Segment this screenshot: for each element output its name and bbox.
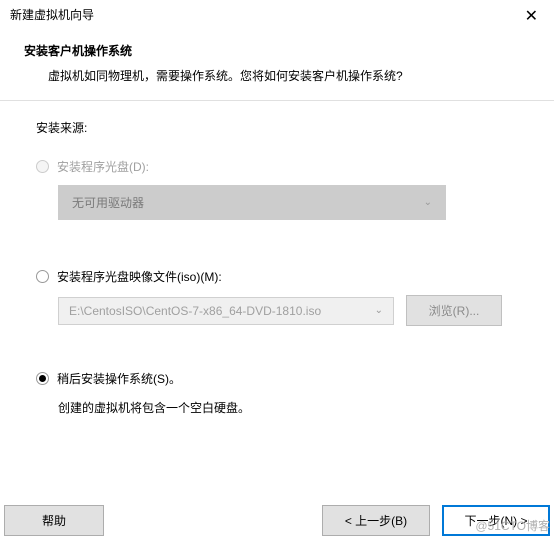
iso-path-input: E:\CentosISO\CentOS-7-x86_64-DVD-1810.is… [58,297,394,325]
radio-label-disc: 安装程序光盘(D): [57,158,149,175]
wizard-step-description: 虚拟机如同物理机，需要操作系统。您将如何安装客户机操作系统? [24,67,530,84]
chevron-down-icon: ⌄ [375,305,383,316]
radio-label-later: 稍后安装操作系统(S)。 [57,370,181,387]
iso-path-text: E:\CentosISO\CentOS-7-x86_64-DVD-1810.is… [69,304,321,318]
help-button[interactable]: 帮助 [4,505,104,536]
next-button[interactable]: 下一步(N) > [442,505,550,536]
back-button[interactable]: < 上一步(B) [322,505,430,536]
radio-icon [36,270,49,283]
close-icon[interactable]: ✕ [519,6,544,26]
wizard-step-title: 安装客户机操作系统 [24,42,530,59]
dropdown-text: 无可用驱动器 [72,194,144,211]
chevron-down-icon: ⌄ [424,197,432,208]
radio-option-disc[interactable]: 安装程序光盘(D): [36,158,518,175]
radio-option-later[interactable]: 稍后安装操作系统(S)。 [36,370,518,387]
radio-icon [36,160,49,173]
browse-button: 浏览(R)... [406,295,502,326]
later-description: 创建的虚拟机将包含一个空白硬盘。 [58,399,518,416]
window-title: 新建虚拟机向导 [10,6,94,23]
source-label: 安装来源: [36,119,518,136]
disc-drive-dropdown: 无可用驱动器 ⌄ [58,185,446,220]
radio-option-iso[interactable]: 安装程序光盘映像文件(iso)(M): [36,268,518,285]
radio-icon [36,372,49,385]
radio-label-iso: 安装程序光盘映像文件(iso)(M): [57,268,222,285]
